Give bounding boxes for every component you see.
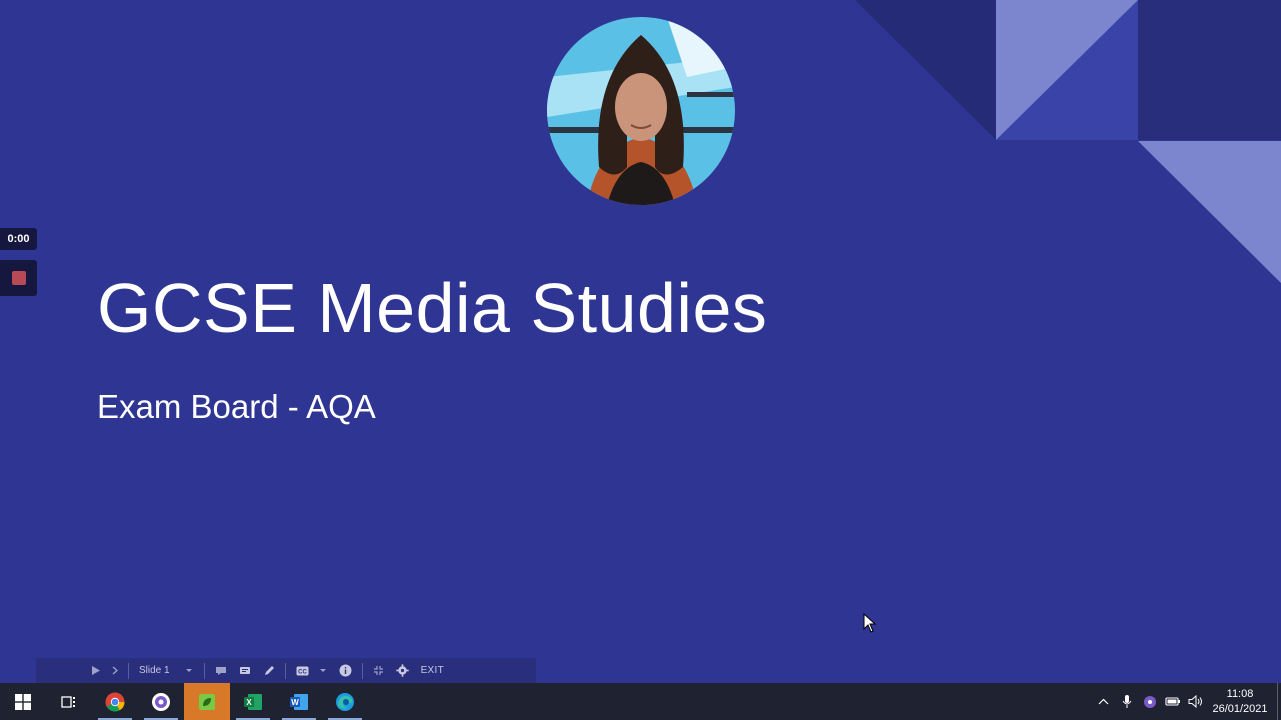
speech-bubble-icon [239, 666, 250, 674]
chevron-right-icon [112, 666, 118, 675]
word-icon: W [290, 693, 308, 710]
taskbar-edge[interactable] [322, 683, 368, 720]
taskbar-word[interactable]: W [276, 683, 322, 720]
show-hidden-icons-button[interactable] [1092, 683, 1115, 720]
deco-triangle-light-2 [1138, 141, 1281, 283]
windows-taskbar: X W 11:08 26/01/2021 [0, 683, 1281, 720]
captions-button[interactable]: CC [296, 661, 327, 681]
svg-text:W: W [291, 698, 299, 707]
toolbar-divider [128, 662, 129, 679]
comment-icon [215, 666, 226, 675]
taskbar-excel[interactable]: X [230, 683, 276, 720]
presentation-slide: GCSE Media Studies Exam Board - AQA 0:00… [0, 0, 1281, 683]
slide-title: GCSE Media Studies [97, 269, 768, 347]
toolbar-divider [284, 662, 286, 679]
mouse-cursor-icon [863, 612, 877, 638]
task-view-icon [61, 695, 75, 708]
play-button[interactable] [92, 661, 100, 681]
recording-timer: 0:00 [0, 228, 37, 250]
gear-app-icon [152, 692, 170, 711]
exit-fullscreen-button[interactable] [373, 661, 384, 681]
slide-selector-label: Slide 1 [139, 665, 170, 676]
svg-text:CC: CC [298, 669, 307, 675]
microphone-icon [1122, 695, 1131, 708]
play-icon [92, 666, 100, 675]
show-desktop-button[interactable] [1277, 683, 1281, 720]
q-and-a-button[interactable] [239, 661, 251, 681]
speaker-icon [1188, 695, 1202, 708]
pen-icon [264, 665, 274, 675]
chevron-up-icon [1098, 698, 1109, 705]
power-tray-button[interactable] [1161, 683, 1184, 720]
svg-text:X: X [246, 698, 252, 707]
chevron-down-icon [319, 669, 326, 672]
presenter-toolbar: Slide 1 CC EXIT [36, 658, 536, 683]
taskbar-settings-app[interactable] [138, 683, 184, 720]
gear-app-icon [1143, 695, 1156, 708]
pen-button[interactable] [263, 661, 275, 681]
stop-icon [11, 271, 26, 285]
gear-icon [395, 664, 409, 677]
start-button[interactable] [0, 683, 46, 720]
deco-square-dark [1138, 0, 1281, 140]
taskbar-chrome[interactable] [92, 683, 138, 720]
chevron-down-icon [185, 668, 192, 672]
notes-button[interactable] [215, 661, 227, 681]
clock[interactable]: 11:08 26/01/2021 [1207, 687, 1273, 717]
taskbar-active-app[interactable] [184, 683, 230, 720]
chrome-icon [105, 692, 125, 711]
info-button[interactable] [339, 661, 352, 681]
closed-captions-icon: CC [296, 666, 309, 675]
settings-button[interactable] [395, 661, 409, 681]
slide-subtitle: Exam Board - AQA [97, 388, 376, 425]
deco-triangle-dark [855, 0, 996, 140]
excel-icon: X [244, 693, 262, 710]
app-tray-button[interactable] [1138, 683, 1161, 720]
volume-tray-button[interactable] [1184, 683, 1207, 720]
app-leaf-icon [199, 693, 215, 710]
clock-time: 11:08 [1226, 687, 1254, 700]
slide-selector[interactable]: Slide 1 [139, 661, 194, 681]
task-view-button[interactable] [46, 683, 92, 720]
clock-date: 26/01/2021 [1212, 702, 1268, 715]
system-tray: 11:08 26/01/2021 [1092, 683, 1281, 720]
battery-icon [1164, 697, 1180, 706]
info-icon [339, 664, 352, 677]
toolbar-divider [203, 662, 205, 679]
exit-button[interactable]: EXIT [421, 661, 444, 681]
windows-logo-icon [15, 693, 31, 710]
next-slide-button[interactable] [112, 661, 118, 681]
webcam-feed [547, 17, 735, 205]
toolbar-divider [361, 662, 363, 679]
edge-icon [336, 692, 354, 711]
collapse-icon [373, 666, 383, 675]
microphone-tray-button[interactable] [1115, 683, 1138, 720]
stop-recording-button[interactable] [0, 260, 37, 296]
